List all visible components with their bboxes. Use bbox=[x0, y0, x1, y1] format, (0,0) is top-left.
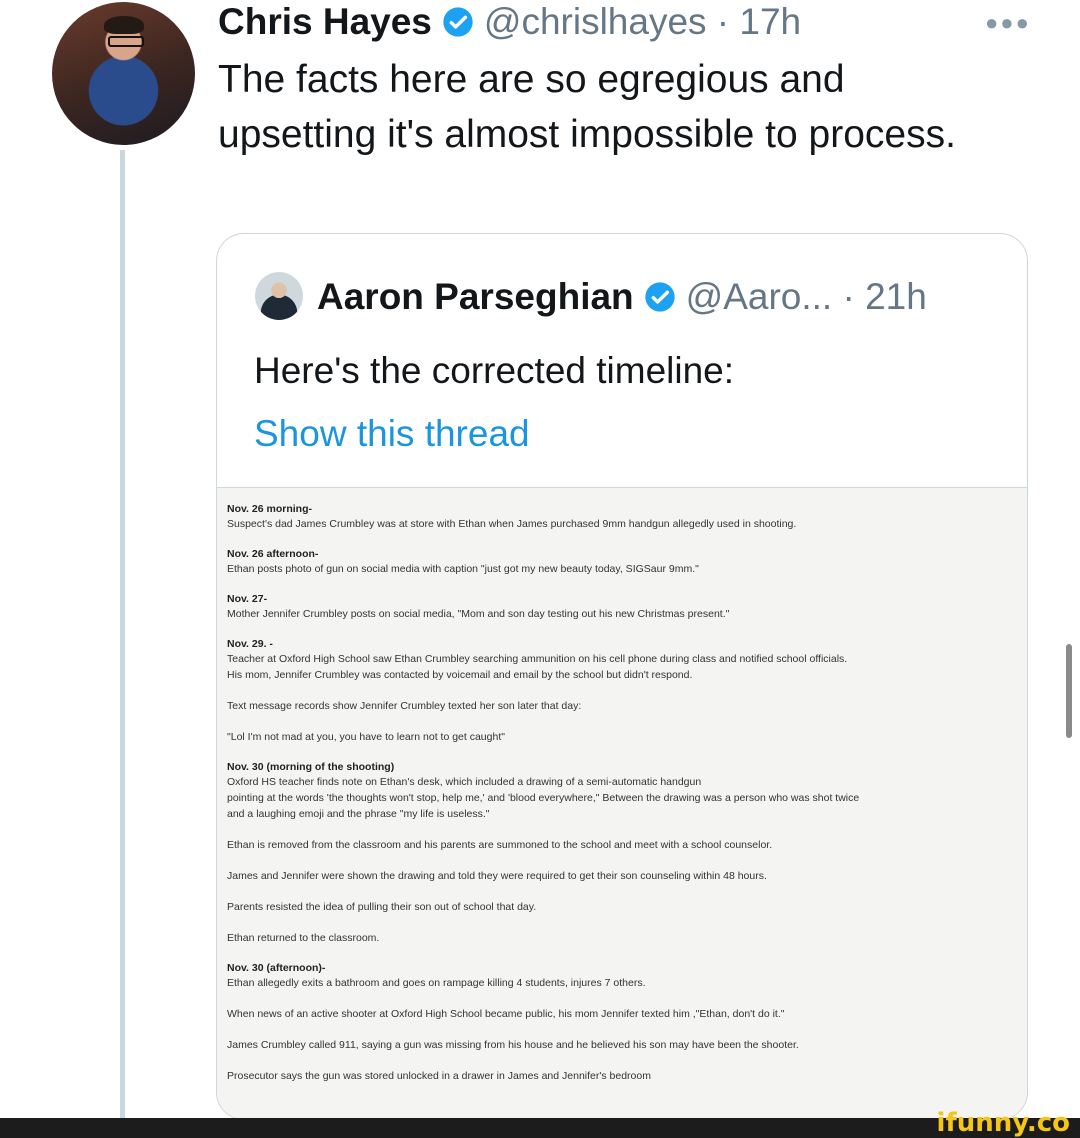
timeline-text: Ethan is removed from the classroom and … bbox=[227, 839, 773, 851]
timeline-date: Nov. 30 (afternoon)- bbox=[227, 962, 326, 974]
timeline-text: "Lol I'm not mad at you, you have to lea… bbox=[227, 731, 505, 743]
footer-bar bbox=[0, 1118, 1080, 1138]
timeline-date: Nov. 29. - bbox=[227, 638, 273, 650]
quoted-tweet-text: Here's the corrected timeline: bbox=[254, 350, 735, 391]
timeline-text: James Crumbley called 911, saying a gun … bbox=[227, 1039, 799, 1051]
timeline-entry: Ethan returned to the classroom. bbox=[227, 930, 1027, 946]
timeline-entry: Nov. 27- Mother Jennifer Crumbley posts o… bbox=[227, 592, 1027, 622]
timeline-text: and a laughing emoji and the phrase "my … bbox=[227, 808, 490, 820]
timeline-text: Oxford HS teacher finds note on Ethan's … bbox=[227, 776, 702, 788]
quoted-tweet-header: Aaron Parseghian @Aaro... · 21h bbox=[317, 272, 927, 322]
quoted-author-avatar bbox=[255, 272, 303, 320]
show-thread-link[interactable]: Show this thread bbox=[254, 409, 530, 459]
verified-badge-icon bbox=[443, 7, 473, 37]
timeline-text: Ethan returned to the classroom. bbox=[227, 932, 380, 944]
timeline-text: Teacher at Oxford High School saw Ethan … bbox=[227, 653, 848, 665]
timeline-entry: James Crumbley called 911, saying a gun … bbox=[227, 1037, 1027, 1053]
timeline-text: Mother Jennifer Crumbley posts on social… bbox=[227, 608, 730, 620]
timeline-entry: Nov. 30 (morning of the shooting) Oxford … bbox=[227, 760, 1027, 822]
timeline-date: Nov. 27- bbox=[227, 593, 268, 605]
timeline-text: When news of an active shooter at Oxford… bbox=[227, 1008, 785, 1020]
author-handle-time[interactable]: @chrislhayes · 17h bbox=[484, 1, 801, 43]
avatar-glasses bbox=[108, 36, 144, 47]
timeline-entry: James and Jennifer were shown the drawin… bbox=[227, 868, 1027, 884]
author-avatar[interactable] bbox=[52, 2, 195, 145]
timeline-entry: Nov. 26 afternoon- Ethan posts photo of g… bbox=[227, 547, 1027, 577]
timeline-image[interactable]: Nov. 26 morning- Suspect's dad James Crum… bbox=[217, 487, 1027, 1119]
timeline-date: Nov. 30 (morning of the shooting) bbox=[227, 761, 395, 773]
tweet-header: Chris Hayes @chrislhayes · 17h bbox=[218, 0, 801, 44]
timeline-date: Nov. 26 morning- bbox=[227, 503, 312, 515]
timeline-text: James and Jennifer were shown the drawin… bbox=[227, 870, 767, 882]
timeline-entry: Text message records show Jennifer Crumb… bbox=[227, 698, 1027, 714]
tweet-text: The facts here are so egregious and upse… bbox=[218, 58, 956, 156]
timeline-text: Prosecutor says the gun was stored unloc… bbox=[227, 1070, 651, 1082]
timeline-text: Suspect's dad James Crumbley was at stor… bbox=[227, 518, 797, 530]
timeline-text: Text message records show Jennifer Crumb… bbox=[227, 700, 582, 712]
timeline-text: His mom, Jennifer Crumbley was contacted… bbox=[227, 669, 693, 681]
timeline-entry: Parents resisted the idea of pulling the… bbox=[227, 899, 1027, 915]
timeline-date: Nov. 26 afternoon- bbox=[227, 548, 319, 560]
timeline-entry: Prosecutor says the gun was stored unloc… bbox=[227, 1068, 1027, 1084]
timeline-entry: Nov. 30 (afternoon)- Ethan allegedly exit… bbox=[227, 961, 1027, 991]
timeline-text: pointing at the words 'the thoughts won'… bbox=[227, 792, 860, 804]
quoted-tweet-card[interactable]: Aaron Parseghian @Aaro... · 21h Here's t… bbox=[216, 233, 1028, 1120]
timeline-text: Ethan allegedly exits a bathroom and goe… bbox=[227, 977, 646, 989]
thread-connector-line bbox=[120, 150, 125, 1120]
timeline-entry: When news of an active shooter at Oxford… bbox=[227, 1006, 1027, 1022]
verified-badge-icon bbox=[644, 282, 675, 312]
avatar-hair bbox=[104, 16, 144, 34]
author-name[interactable]: Chris Hayes bbox=[218, 1, 432, 43]
quoted-author-name: Aaron Parseghian bbox=[317, 276, 634, 317]
timeline-entry: Ethan is removed from the classroom and … bbox=[227, 837, 1027, 853]
timeline-text: Ethan posts photo of gun on social media… bbox=[227, 563, 699, 575]
timeline-entry: Nov. 26 morning- Suspect's dad James Crum… bbox=[227, 502, 1027, 532]
ifunny-watermark: ifunny.co bbox=[936, 1108, 1070, 1138]
timeline-entry: Nov. 29. - Teacher at Oxford High School … bbox=[227, 637, 1027, 683]
timeline-text: Parents resisted the idea of pulling the… bbox=[227, 901, 537, 913]
quoted-author-handle-time: @Aaro... · 21h bbox=[685, 276, 927, 317]
more-options-icon[interactable]: ●●● bbox=[985, 10, 1031, 36]
scrollbar[interactable] bbox=[1066, 644, 1072, 738]
timeline-entry: "Lol I'm not mad at you, you have to lea… bbox=[227, 729, 1027, 745]
